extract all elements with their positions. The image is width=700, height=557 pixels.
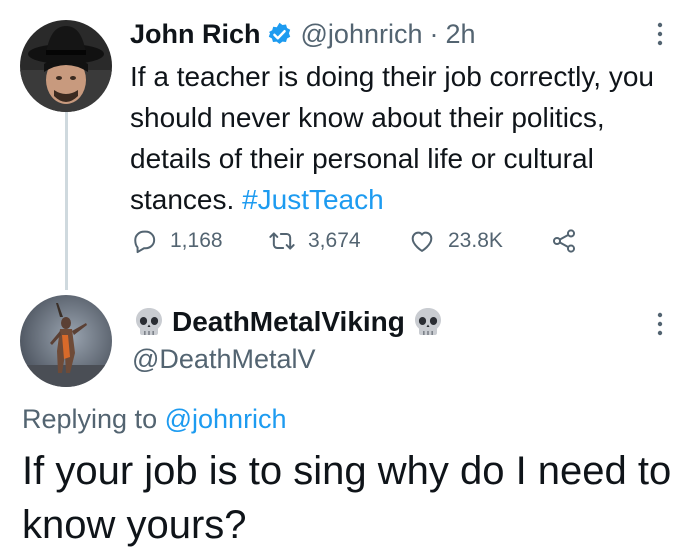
author-handle[interactable]: @johnrich: [301, 19, 423, 50]
skull-emoji-icon: [414, 308, 441, 335]
reply-header: DeathMetalViking: [132, 300, 445, 344]
retweet-button[interactable]: 3,674: [268, 223, 361, 259]
retweet-icon: [269, 232, 295, 250]
verified-badge-icon: [266, 21, 293, 48]
reply-text: If your job is to sing why do I need to …: [22, 449, 672, 547]
hashtag-link[interactable]: #JustTeach: [242, 184, 384, 215]
share-button[interactable]: [550, 223, 578, 259]
like-icon: [411, 231, 433, 252]
reply-author-name[interactable]: DeathMetalViking: [172, 306, 405, 338]
replying-to-label: Replying to: [22, 404, 158, 434]
author-name[interactable]: John Rich: [130, 19, 261, 50]
reply-button[interactable]: 1,168: [130, 223, 223, 259]
tweet-timestamp[interactable]: 2h: [445, 19, 475, 50]
replying-to-line: Replying to @johnrich: [22, 404, 287, 435]
tweet-header: John Rich @johnrich · 2h: [130, 14, 476, 54]
avatar-deathmetalviking[interactable]: [20, 295, 112, 387]
reply-icon: [134, 230, 156, 254]
like-button[interactable]: 23.8K: [408, 223, 503, 259]
retweet-count: 3,674: [308, 229, 361, 252]
replying-to-mention[interactable]: @johnrich: [165, 404, 287, 434]
tweet-text: If a teacher is doing their job correctl…: [130, 56, 685, 220]
thread-connector-line: [65, 112, 68, 290]
reply-author-handle[interactable]: @DeathMetalV: [132, 344, 316, 375]
reply-count: 1,168: [170, 229, 223, 252]
tweet-text-content: If a teacher is doing their job correctl…: [130, 61, 654, 215]
avatar-john-rich[interactable]: [20, 20, 112, 112]
like-count: 23.8K: [448, 229, 503, 252]
more-options-icon[interactable]: [648, 308, 672, 340]
header-separator: ·: [429, 18, 439, 49]
share-icon: [552, 229, 576, 253]
skull-emoji-icon: [136, 308, 162, 335]
tweet-actions-bar: 1,168 3,674 23.8K: [130, 223, 600, 259]
more-options-icon[interactable]: [648, 18, 672, 50]
